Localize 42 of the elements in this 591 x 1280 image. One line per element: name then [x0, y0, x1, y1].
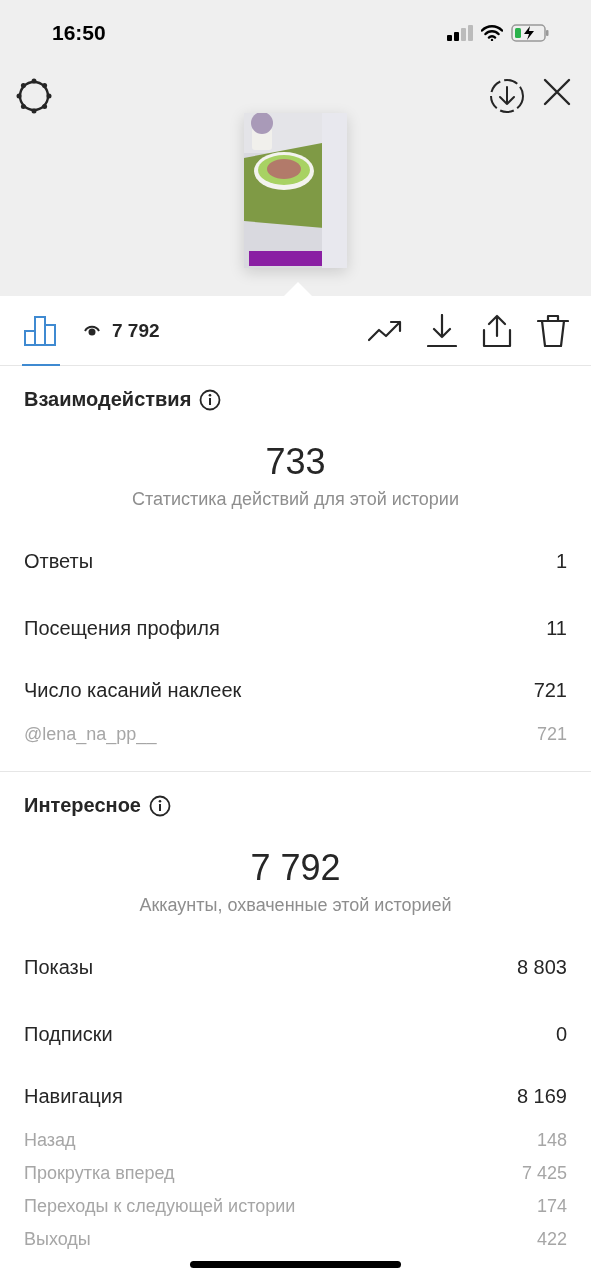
settings-button[interactable] — [16, 78, 52, 114]
metric-value: 7 425 — [521, 1163, 567, 1184]
section-title: Взаимодействия — [24, 388, 192, 411]
section-title: Интересное — [24, 794, 141, 817]
metric-value: 0 — [555, 1023, 567, 1046]
share-button[interactable] — [482, 313, 512, 348]
total-caption: Аккаунты, охваченные этой историей — [138, 895, 453, 916]
wifi-icon — [481, 25, 503, 41]
metric-label: Навигация — [24, 1084, 123, 1108]
total-count: 733 — [264, 441, 327, 483]
metric-value: 1 — [555, 550, 567, 573]
metric-label: Показы — [24, 956, 94, 979]
metric-value: 721 — [533, 678, 567, 702]
delete-button[interactable] — [537, 313, 569, 348]
metric-label: @lena_na_pp__ — [24, 724, 157, 745]
metric-value: 721 — [536, 724, 567, 745]
info-icon[interactable] — [149, 794, 171, 817]
metric-value: 148 — [536, 1130, 567, 1151]
eye-icon — [84, 324, 100, 337]
metric-label: Посещения профиля — [24, 617, 220, 640]
metric-value: 8 169 — [516, 1084, 567, 1108]
total-count: 7 792 — [249, 847, 342, 889]
info-icon[interactable] — [199, 388, 222, 411]
status-time: 16:50 — [52, 21, 106, 45]
metric-label: Ответы — [24, 550, 94, 573]
metric-label: Подписки — [24, 1023, 113, 1046]
metric-label: Выходы — [24, 1229, 91, 1250]
metric-value: 422 — [536, 1229, 567, 1250]
metric-label: Прокрутка вперед — [24, 1163, 175, 1184]
total-caption: Статистика действий для этой истории — [131, 489, 460, 510]
trend-button[interactable] — [368, 319, 402, 342]
view-count: 7 792 — [112, 319, 160, 342]
metric-label: Переходы к следующей истории — [24, 1196, 296, 1217]
download-button[interactable] — [489, 78, 525, 114]
metric-label: Число касаний наклеек — [24, 678, 242, 702]
metric-label: Назад — [24, 1130, 76, 1151]
metric-value: 11 — [546, 617, 567, 640]
metric-value: 174 — [536, 1196, 567, 1217]
save-button[interactable] — [427, 313, 457, 348]
signal-icon — [447, 25, 473, 41]
bar-chart-icon — [24, 313, 58, 346]
metric-value: 8 803 — [516, 956, 567, 979]
